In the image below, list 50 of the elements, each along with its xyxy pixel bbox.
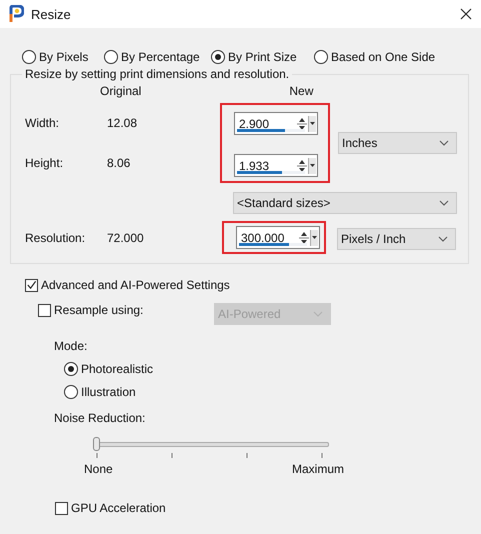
caret-icon bbox=[310, 164, 315, 167]
radio-option[interactable]: By Print Size bbox=[211, 50, 314, 64]
dropdown-button[interactable] bbox=[310, 230, 318, 246]
original-value: 72.000 bbox=[107, 230, 145, 244]
number-field[interactable]: 1.933 bbox=[234, 154, 318, 177]
slider-thumb[interactable] bbox=[93, 437, 100, 451]
up-down-arrows-icon bbox=[299, 230, 309, 246]
chevron-icon bbox=[313, 311, 323, 317]
dropdown[interactable]: Inches bbox=[338, 132, 457, 154]
field-label: Height: bbox=[25, 156, 64, 170]
column-header: New bbox=[289, 84, 314, 98]
field-label: Width: bbox=[25, 116, 60, 130]
dropdown-button[interactable] bbox=[308, 158, 316, 174]
section-label: Mode: bbox=[54, 339, 88, 353]
radio-option[interactable]: Illustration bbox=[64, 385, 136, 399]
section-label: Noise Reduction: bbox=[54, 411, 146, 425]
checkmark-icon bbox=[26, 279, 37, 291]
slider-label: Maximum bbox=[292, 462, 344, 476]
spin-button[interactable] bbox=[297, 116, 307, 132]
number-field[interactable]: 300.000 bbox=[236, 226, 320, 249]
close-icon bbox=[460, 8, 472, 20]
chevron-icon bbox=[439, 200, 449, 206]
chevron-icon bbox=[438, 236, 448, 242]
column-header: Original bbox=[100, 84, 142, 98]
spin-button[interactable] bbox=[299, 230, 309, 246]
original-value: 12.08 bbox=[107, 116, 138, 130]
up-down-arrows-icon bbox=[297, 116, 307, 132]
dropdown[interactable]: <Standard sizes> bbox=[233, 192, 457, 214]
original-value: 8.06 bbox=[107, 156, 132, 170]
field-label: Resolution: bbox=[25, 230, 86, 244]
radio-option[interactable]: Based on One Side bbox=[314, 50, 436, 64]
radio-option[interactable]: Photorealistic bbox=[64, 362, 154, 376]
chevron-icon bbox=[439, 140, 449, 146]
checkbox[interactable]: GPU Acceleration bbox=[55, 501, 166, 515]
radio-option[interactable]: By Pixels bbox=[22, 50, 104, 64]
up-down-arrows-icon bbox=[297, 158, 307, 174]
slider[interactable] bbox=[93, 437, 329, 451]
number-field[interactable]: 2.900 bbox=[234, 112, 318, 135]
spin-button[interactable] bbox=[297, 158, 307, 174]
app-logo-icon bbox=[8, 5, 24, 23]
window-title: Resize bbox=[31, 6, 71, 22]
radio-option[interactable]: By Percentage bbox=[104, 50, 211, 64]
checkbox[interactable]: Advanced and AI-Powered Settings bbox=[25, 278, 230, 292]
caret-icon bbox=[310, 122, 315, 125]
group-caption: Resize by setting print dimensions and resolution. bbox=[24, 67, 290, 81]
close-button[interactable] bbox=[458, 6, 474, 22]
dropdown[interactable]: Pixels / Inch bbox=[337, 228, 456, 250]
slider-label: None bbox=[84, 462, 113, 476]
caret-icon bbox=[312, 236, 317, 239]
dropdown-button[interactable] bbox=[308, 116, 316, 132]
